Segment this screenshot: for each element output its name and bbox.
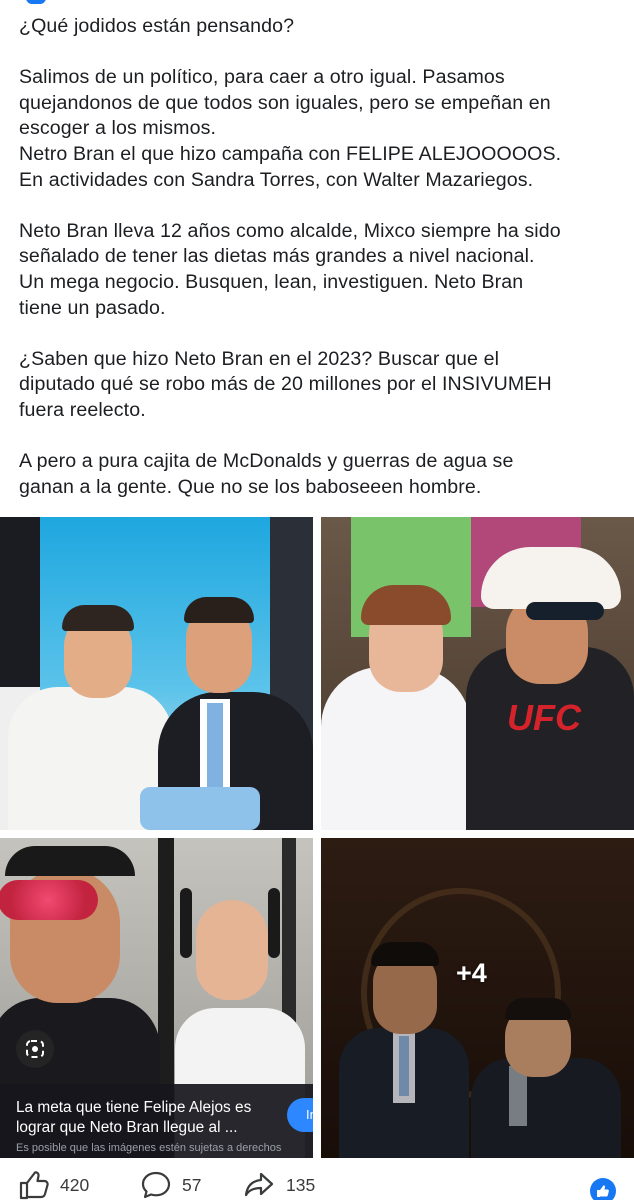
text-line: ¿Saben que hizo Neto Bran en el 2023? Bu…	[19, 347, 500, 370]
lens-icon	[26, 1040, 44, 1058]
share-count: 135	[286, 1174, 316, 1195]
caption-copyright-note: Es posible que las imágenes estén sujeta…	[16, 1142, 282, 1154]
text-line: ¿Qué jodidos están pensando?	[19, 15, 295, 37]
text-line: Salimos de un político, para caer a otro…	[19, 66, 505, 89]
text-line: diputado qué se robo más de 20 millones …	[19, 373, 552, 396]
photo-grid: UFC La meta que tiene Felipe Alejos es l…	[0, 517, 634, 1158]
text-line: ganan a la gente. Que no se los baboseee…	[19, 475, 482, 498]
comment-count: 57	[182, 1174, 202, 1195]
text-line: A pero a pura cajita de McDonalds y guer…	[19, 450, 514, 473]
post-paragraph-3: Neto Bran lleva 12 años como alcalde, Mi…	[19, 219, 619, 321]
visual-search-button[interactable]	[16, 1030, 54, 1068]
photo-4-more[interactable]: +4	[321, 838, 634, 1158]
post-paragraph-5: A pero a pura cajita de McDonalds y guer…	[19, 449, 619, 500]
text-line: quejandonos de que todos son iguales, pe…	[19, 91, 551, 114]
ufc-logo-text: UFC	[507, 697, 581, 738]
post-paragraph-4: ¿Saben que hizo Neto Bran en el 2023? Bu…	[19, 347, 619, 424]
like-reaction-badge	[590, 1178, 616, 1200]
share-button[interactable]: 135	[242, 1170, 315, 1200]
caption-text: La meta que tiene Felipe Alejos es logra…	[16, 1098, 286, 1138]
post-text: ¿Qué jodidos están pensando? Salimos de …	[19, 14, 619, 500]
photo-3[interactable]: La meta que tiene Felipe Alejos es logra…	[0, 838, 313, 1158]
text-line: Neto Bran lleva 12 años como alcalde, Mi…	[19, 219, 561, 242]
thumbs-up-icon	[19, 1171, 49, 1200]
comment-button[interactable]: 57	[140, 1170, 201, 1200]
text-line: Un mega negocio. Busquen, lean, investig…	[19, 270, 524, 293]
comment-icon	[141, 1171, 171, 1199]
text-line: señalado de tener las dietas más grandes…	[19, 245, 535, 268]
thumbs-up-icon	[597, 1185, 609, 1197]
photo-caption-bar: La meta que tiene Felipe Alejos es logra…	[0, 1084, 313, 1158]
text-line: escoger a los mismos.	[19, 117, 217, 140]
caption-line-1: La meta que tiene Felipe Alejos es	[16, 1099, 252, 1116]
caption-line-2: lograr que Neto Bran llegue al ...	[16, 1119, 238, 1136]
top-edge	[0, 0, 634, 6]
photo-2[interactable]: UFC	[321, 517, 634, 830]
caption-action-button[interactable]: In	[287, 1098, 313, 1132]
reaction-bar: 420 57 135	[0, 1160, 634, 1200]
like-button[interactable]: 420	[18, 1170, 89, 1200]
more-photos-count: +4	[456, 958, 487, 988]
post-paragraph-1: ¿Qué jodidos están pensando?	[19, 14, 619, 40]
profile-avatar-edge	[26, 0, 46, 4]
text-line: En actividades con Sandra Torres, con Wa…	[19, 168, 534, 191]
text-line: fuera reelecto.	[19, 398, 146, 421]
text-line: tiene un pasado.	[19, 296, 166, 319]
like-count: 420	[60, 1174, 90, 1195]
post-paragraph-2: Salimos de un político, para caer a otro…	[19, 65, 619, 193]
share-icon	[244, 1172, 274, 1197]
photo-1[interactable]	[0, 517, 313, 830]
text-line: Netro Bran el que hizo campaña con FELIP…	[19, 142, 562, 165]
